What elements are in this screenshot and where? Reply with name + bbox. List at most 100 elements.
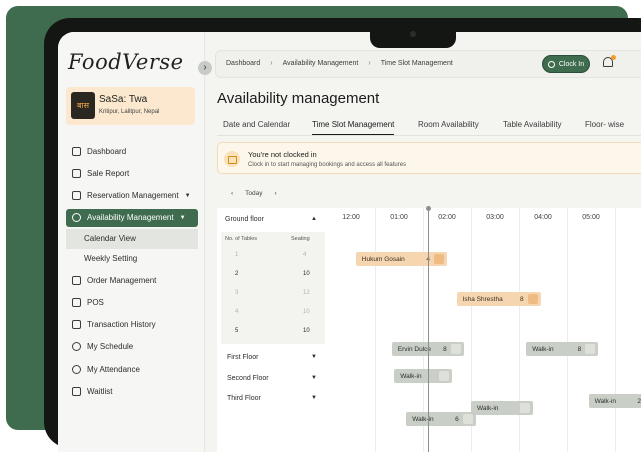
hour-gridline (567, 208, 568, 452)
table-icon (527, 294, 538, 304)
booking-name: Hukum Gosain (361, 255, 405, 263)
breadcrumb: Dashboard › Availability Management › Ti… (226, 60, 453, 67)
floor-label: Second Floor (227, 375, 269, 382)
sidebar-item-my-schedule[interactable]: My Schedule (66, 336, 198, 358)
current-time-line (427, 208, 430, 452)
sidebar-item-waitlist[interactable]: Waitlist (66, 380, 198, 402)
clock-in-label: Clock In (558, 60, 585, 68)
floor-first[interactable]: First Floor ▼ (227, 354, 319, 361)
booking-name: Walk-in (594, 397, 617, 405)
floor-panel: Ground floor ▲ No. of Tables Seating 1 4 2… (221, 208, 325, 452)
sidebar-item-my-attendance[interactable]: My Attendance (66, 358, 198, 380)
table-number: 2 (235, 271, 239, 277)
current-time-marker (425, 206, 431, 211)
hour-label: 02:00 (438, 214, 456, 221)
calendar-icon (72, 191, 81, 201)
booking-name: Walk-in (400, 372, 422, 380)
floor-label: Ground floor (225, 216, 264, 223)
lock-icon (224, 151, 240, 167)
sidebar-item-label: Waitlist (87, 387, 113, 397)
sidebar-subitem-calendar-view[interactable]: Calendar View (66, 228, 198, 249)
booking-guest-count: 8 (443, 345, 447, 353)
sidebar-item-label: Availability Management (87, 213, 174, 223)
booking-block[interactable]: Walk-in 8 (526, 342, 599, 356)
sidebar: FoodVerse बास SaSa: Twa Kritipur, Lalitp… (58, 32, 205, 452)
topbar: Dashboard › Availability Management › Ti… (215, 50, 641, 78)
table-seating: 12 (303, 290, 310, 296)
booking-block[interactable]: Walk-in 2 (588, 394, 641, 408)
outlet-location: Kritipur, Lalitpur, Nepal (99, 109, 160, 115)
breadcrumb-item[interactable]: Dashboard (226, 60, 260, 67)
floor-second[interactable]: Second Floor ▼ (227, 375, 319, 382)
dashboard-icon (72, 146, 81, 156)
hour-gridline (375, 208, 376, 452)
breadcrumb-item[interactable]: Availability Management (283, 60, 359, 67)
sidebar-item-reservation-management[interactable]: Reservation Management ▼ (66, 185, 198, 207)
booking-block[interactable]: Hukum Gosain4 (355, 252, 447, 266)
booking-block[interactable]: Walk-in (394, 369, 452, 383)
table-number: 4 (235, 309, 239, 315)
booking-block[interactable]: Walk-in (471, 401, 534, 415)
booking-block[interactable]: Isha Shrestha 8 (456, 292, 541, 306)
sidebar-item-label: Order Management (87, 275, 157, 285)
outlet-name: SaSa: Twa (99, 94, 148, 105)
timeline: Ground floor ▲ No. of Tables Seating 1 4 2… (217, 206, 641, 452)
tab-room-availability[interactable]: Room Availability (418, 120, 479, 129)
booking-block[interactable]: Walk-in 6 (406, 412, 476, 426)
sidebar-item-transaction-history[interactable]: Transaction History (66, 313, 198, 335)
sidebar-item-dashboard[interactable]: Dashboard (66, 140, 198, 162)
chevron-up-icon: ▲ (311, 216, 317, 222)
order-icon (72, 275, 81, 285)
sidebar-item-sale-report[interactable]: Sale Report (66, 162, 198, 184)
tab-table-availability[interactable]: Table Availability (503, 120, 562, 129)
booking-guest-count: 6 (455, 415, 459, 423)
sidebar-item-label: My Attendance (87, 364, 140, 374)
hour-gridline (519, 208, 520, 452)
day-navigator: ‹ Today › (231, 190, 277, 197)
table-seating: 10 (303, 309, 310, 315)
sidebar-subitem-weekly-setting[interactable]: Weekly Setting (66, 249, 198, 269)
table-icon (433, 254, 444, 264)
breadcrumb-item: Time Slot Management (380, 60, 453, 67)
table-icon (520, 403, 531, 413)
alert-message: Clock in to start managing bookings and … (248, 162, 407, 168)
sidebar-item-availability-management[interactable]: Availability Management ▼ (66, 208, 198, 227)
today-button[interactable]: Today (245, 190, 262, 197)
clock-in-button[interactable]: Clock In (542, 55, 590, 73)
floor-ground[interactable]: Ground floor ▲ (225, 216, 321, 223)
clock-icon (547, 60, 555, 68)
next-day-button[interactable]: › (275, 190, 277, 197)
prev-day-button[interactable]: ‹ (231, 190, 233, 197)
sidebar-collapse-button[interactable]: › (198, 61, 212, 75)
floor-label: Third Floor (227, 395, 261, 402)
sidebar-item-order-management[interactable]: Order Management (66, 269, 198, 291)
stage: FoodVerse बास SaSa: Twa Kritipur, Lalitp… (0, 0, 641, 452)
list-icon (72, 387, 81, 397)
tab-date-and-calendar[interactable]: Date and Calendar (223, 120, 290, 129)
table-seating: 10 (303, 271, 310, 277)
pos-icon (72, 297, 81, 307)
booking-guest-count: 2 (637, 397, 641, 405)
table-number: 5 (235, 328, 239, 334)
hour-gridline (615, 208, 616, 452)
app-logo: FoodVerse (68, 50, 184, 74)
notification-dot (611, 55, 616, 60)
sidebar-item-label: Sale Report (87, 168, 130, 178)
notification-button[interactable] (600, 55, 616, 71)
tab-floor-wise[interactable]: Floor- wise (585, 120, 624, 129)
tab-time-slot-management[interactable]: Time Slot Management (312, 120, 395, 135)
tab-bar: Date and Calendar Time Slot Management R… (217, 118, 641, 136)
hour-label: 01:00 (390, 214, 408, 221)
table-icon (450, 344, 461, 354)
chevron-right-icon: › (368, 60, 371, 67)
hour-label: 12:00 (342, 214, 360, 221)
chevron-down-icon: ▼ (311, 375, 317, 381)
sidebar-item-label: Reservation Management (87, 191, 179, 201)
floor-third[interactable]: Third Floor ▼ (227, 395, 319, 402)
sidebar-item-label: Dashboard (87, 146, 127, 156)
table-seating: 10 (303, 328, 310, 334)
timeline-grid: 12:00 01:00 02:00 03:00 04:00 05:00 Hukum Gosa… (327, 206, 641, 452)
sidebar-item-pos[interactable]: POS (66, 291, 198, 313)
outlet-card[interactable]: बास SaSa: Twa Kritipur, Lalitpur, Nepal (66, 87, 195, 125)
table-icon (462, 414, 473, 424)
